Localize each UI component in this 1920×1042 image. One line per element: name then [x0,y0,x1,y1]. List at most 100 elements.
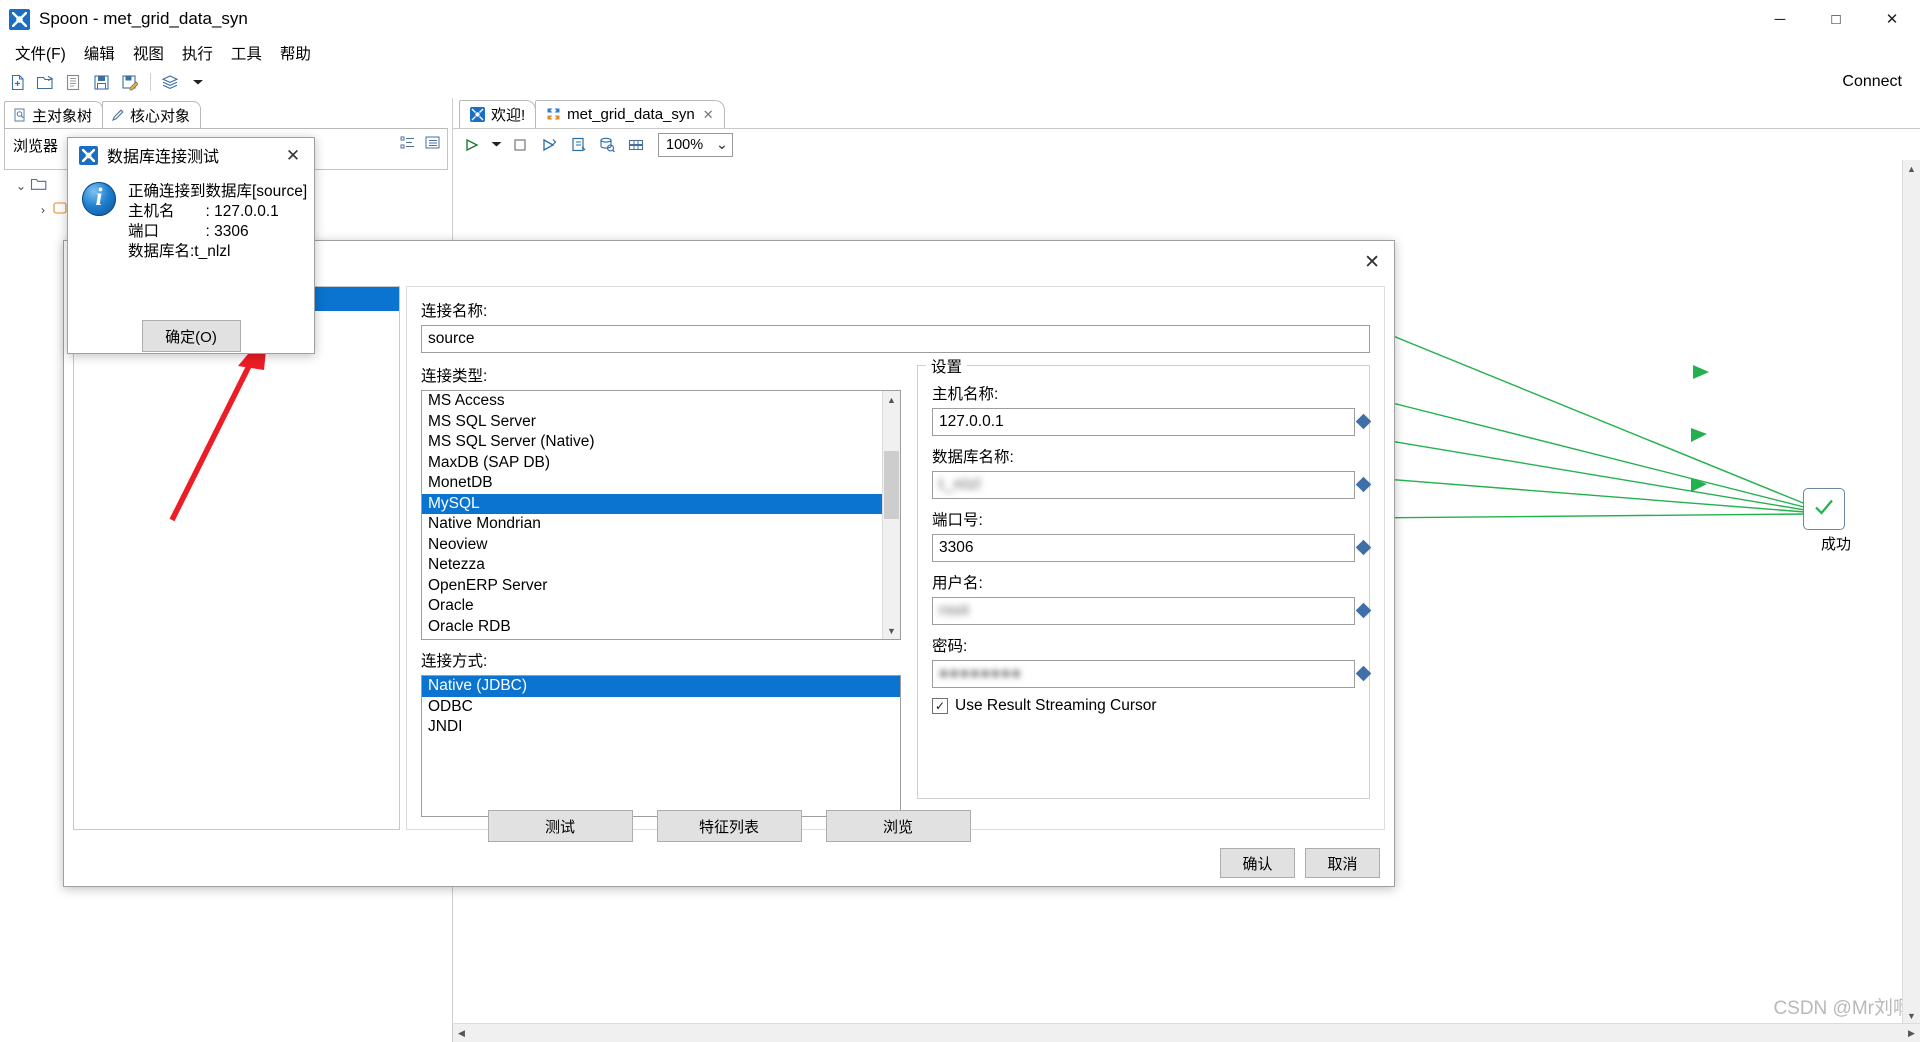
scroll-thumb[interactable] [884,451,899,519]
chevron-down-icon[interactable]: ⌄ [12,179,30,193]
variable-indicator-icon[interactable] [1355,665,1372,682]
chevron-down-icon[interactable]: ⌄ [716,137,728,153]
list-item-selected[interactable]: MySQL [422,493,900,514]
connection-name-input[interactable]: source [421,325,1370,353]
settings-group: 设置 主机名称: 127.0.0.1 数据库名称: t_nlzl 端口号: 33… [917,355,1372,799]
menu-run[interactable]: 执行 [173,40,222,66]
variable-indicator-icon[interactable] [1355,602,1372,619]
canvas-horizontal-scrollbar[interactable]: ◀ ▶ [453,1023,1920,1042]
settings-legend: 设置 [926,355,968,377]
hostname-input[interactable]: 127.0.0.1 [932,408,1355,436]
access-method-listbox[interactable]: Native (JDBC) ODBC JNDI [421,675,901,817]
scroll-up-arrow[interactable]: ▲ [1903,160,1920,177]
list-item[interactable]: Native Mondrian [422,514,900,535]
connection-type-listbox[interactable]: MS Access MS SQL Server MS SQL Server (N… [421,390,901,640]
ok-button[interactable]: 确定(O) [141,320,241,352]
menu-edit[interactable]: 编辑 [75,40,124,66]
list-item[interactable]: OpenERP Server [422,576,900,597]
explore-button[interactable]: 浏览 [825,810,971,842]
test-button[interactable]: 测试 [487,810,633,842]
pencil-icon [111,108,125,122]
explorer-icon[interactable] [60,69,86,95]
zoom-select[interactable]: 100% ⌄ [658,132,733,157]
chevron-right-icon[interactable]: › [34,203,52,217]
list-item[interactable]: ODBC [422,697,900,718]
username-input[interactable]: root [932,597,1355,625]
tab-main-object-tree[interactable]: 主对象树 [4,101,104,128]
run-icon[interactable] [459,133,485,157]
scroll-down-arrow[interactable]: ▼ [883,622,900,639]
db-footer-buttons: 确认 取消 [1220,848,1380,878]
new-file-icon[interactable] [4,69,30,95]
chevron-down-icon[interactable] [185,69,211,95]
variable-indicator-icon[interactable] [1355,539,1372,556]
msgbox-line-3: 端口 : 3306 [128,223,249,240]
preview-icon[interactable] [536,133,562,157]
list-item[interactable]: Oracle [422,596,900,617]
canvas-vertical-scrollbar[interactable]: ▲ ▼ [1902,160,1920,1024]
listbox-scrollbar[interactable]: ▲ ▼ [882,391,900,639]
layers-icon[interactable] [157,69,183,95]
menu-help[interactable]: 帮助 [271,40,320,66]
grid-icon[interactable] [623,133,649,157]
list-item[interactable]: MS SQL Server (Native) [422,432,900,453]
scroll-down-arrow[interactable]: ▼ [1903,1007,1920,1024]
list-item-selected[interactable]: Native (JDBC) [422,676,900,697]
password-input[interactable]: ●●●●●●●● [932,660,1355,688]
database-name-input[interactable]: t_nlzl [932,471,1355,499]
close-button[interactable]: ✕ [1864,0,1920,38]
msgbox-body: 正确连接到数据库[source] 主机名 : 127.0.0.1 端口 : 33… [68,172,314,262]
username-label: 用户名: [932,575,983,592]
password-value: ●●●●●●●● [939,665,1022,682]
feature-list-button[interactable]: 特征列表 [656,810,802,842]
minimize-button[interactable]: ─ [1752,0,1808,38]
info-icon [82,182,116,216]
connect-label[interactable]: Connect [1842,73,1902,91]
tab-core-objects[interactable]: 核心对象 [102,101,202,128]
run-dropdown-icon[interactable] [488,133,504,157]
list-item[interactable]: MS Access [422,391,900,412]
list-item[interactable]: Neoview [422,535,900,556]
menu-file[interactable]: 文件(F) [6,40,75,66]
variable-indicator-icon[interactable] [1355,476,1372,493]
debug-icon[interactable] [565,133,591,157]
open-file-icon[interactable] [32,69,58,95]
collapse-all-icon[interactable] [424,135,441,155]
menu-tools[interactable]: 工具 [222,40,271,66]
list-item[interactable]: Oracle RDB [422,617,900,638]
list-item[interactable]: MaxDB (SAP DB) [422,453,900,474]
close-icon[interactable]: ✕ [703,107,714,123]
checkbox-icon[interactable]: ✓ [932,698,948,714]
sql-icon[interactable] [594,133,620,157]
stop-icon[interactable] [507,133,533,157]
editor-tabs: 欢迎! met_grid_data_syn ✕ [453,98,1920,128]
scroll-track[interactable] [470,1024,1903,1042]
tab-welcome[interactable]: 欢迎! [459,100,537,128]
db-general-panel: 连接名称: source 连接类型: MS Access MS SQL Serv… [406,286,1385,830]
transformation-icon [546,107,561,122]
port-input[interactable]: 3306 [932,534,1355,562]
confirm-button[interactable]: 确认 [1220,848,1295,878]
menu-view[interactable]: 视图 [124,40,173,66]
success-node[interactable] [1803,488,1845,530]
expand-all-icon[interactable] [399,135,416,155]
list-item[interactable]: JNDI [422,717,900,738]
tab-met-grid-data-syn[interactable]: met_grid_data_syn ✕ [535,100,725,128]
variable-indicator-icon[interactable] [1355,413,1372,430]
editor-toolbar: 100% ⌄ [453,128,1920,161]
msgbox-close-icon[interactable]: ✕ [282,146,304,166]
spoon-icon [79,145,98,165]
scroll-right-arrow[interactable]: ▶ [1903,1025,1920,1042]
streaming-cursor-checkbox[interactable]: ✓ Use Result Streaming Cursor [932,697,1355,715]
list-item[interactable]: MonetDB [422,473,900,494]
list-item[interactable]: Netezza [422,555,900,576]
list-item[interactable]: MS SQL Server [422,412,900,433]
msgbox-line-2: 主机名 : 127.0.0.1 [128,203,279,220]
save-icon[interactable] [88,69,114,95]
maximize-button[interactable]: □ [1808,0,1864,38]
scroll-up-arrow[interactable]: ▲ [883,391,900,408]
scroll-left-arrow[interactable]: ◀ [453,1025,470,1042]
save-as-icon[interactable] [116,69,142,95]
cancel-button[interactable]: 取消 [1305,848,1380,878]
db-dialog-close-icon[interactable]: ✕ [1364,251,1380,274]
